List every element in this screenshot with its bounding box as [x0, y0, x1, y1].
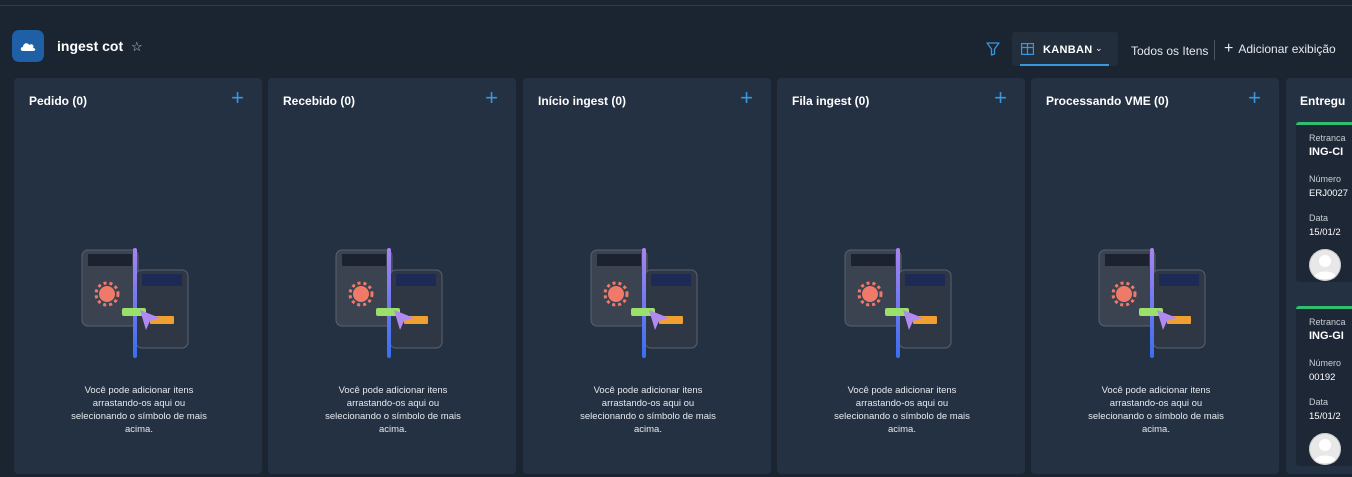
kanban-column: Fila ingest (0) + Você pode adicionar it…: [777, 78, 1025, 474]
card-field-label: Número: [1309, 358, 1342, 368]
kanban-column: Início ingest (0) + Você pode adicionar …: [523, 78, 771, 474]
active-view-underline: [1020, 64, 1109, 66]
card-title: ING-GI: [1309, 330, 1344, 342]
board-view-icon: [1021, 43, 1034, 55]
empty-column-illustration: [81, 248, 189, 358]
empty-column-illustration: [590, 248, 698, 358]
kanban-column: Pedido (0) + Você pode adicionar itens a…: [14, 78, 262, 474]
add-view-button[interactable]: + Adicionar exibição: [1224, 40, 1336, 57]
add-item-plus-icon[interactable]: +: [231, 87, 244, 109]
column-title: Início ingest (0): [538, 94, 627, 108]
header-divider: [1214, 40, 1215, 60]
kanban-column: Recebido (0) + Você pode adicionar itens…: [268, 78, 516, 474]
empty-column-message: Você pode adicionar itens arrastando-os …: [834, 385, 970, 435]
list-header: ingest cot ☆ KANBAN ⌄ Todos os Itens + A…: [0, 24, 1352, 70]
view-switcher-button[interactable]: KANBAN ⌄: [1012, 32, 1118, 66]
cloud-icon: [20, 43, 36, 51]
person-icon: [1309, 433, 1341, 465]
person-icon: [1309, 249, 1341, 281]
empty-column-message: Você pode adicionar itens arrastando-os …: [71, 385, 207, 435]
filter-icon[interactable]: [985, 41, 1001, 57]
plus-icon: +: [1224, 40, 1234, 57]
add-item-plus-icon[interactable]: +: [994, 87, 1007, 109]
card-field-value: 00192: [1309, 372, 1336, 383]
card-field-label: Retranca: [1309, 317, 1346, 327]
kanban-card[interactable]: Retranca ING-CI Número ERJ0027 Data 15/0…: [1296, 122, 1352, 282]
card-field-label: Data: [1309, 397, 1329, 407]
avatar: [1309, 433, 1341, 465]
kanban-card[interactable]: Retranca ING-GI Número 00192 Data 15/01/…: [1296, 306, 1352, 466]
empty-column-message: Você pode adicionar itens arrastando-os …: [325, 385, 461, 435]
all-items-view-link[interactable]: Todos os Itens: [1131, 44, 1208, 58]
list-icon: [12, 30, 44, 62]
add-item-plus-icon[interactable]: +: [740, 87, 753, 109]
card-title: ING-CI: [1309, 146, 1344, 158]
add-item-plus-icon[interactable]: +: [485, 87, 498, 109]
card-field-value: 15/01/2: [1309, 411, 1341, 422]
empty-column-illustration: [335, 248, 443, 358]
card-field-value: 15/01/2: [1309, 227, 1341, 238]
view-switcher-label: KANBAN: [1043, 44, 1093, 56]
card-field-label: Data: [1309, 213, 1329, 223]
column-title: Pedido (0): [29, 94, 88, 108]
column-title: Entregu: [1300, 94, 1346, 108]
avatar: [1309, 249, 1341, 281]
card-field-value: ERJ0027: [1309, 188, 1349, 199]
empty-column-illustration: [844, 248, 952, 358]
kanban-column-partial: Entregu Retranca ING-CI Número ERJ0027 D…: [1286, 78, 1352, 474]
list-title: ingest cot: [57, 38, 124, 54]
empty-column-message: Você pode adicionar itens arrastando-os …: [580, 385, 716, 435]
empty-column-message: Você pode adicionar itens arrastando-os …: [1088, 385, 1224, 435]
add-view-label: Adicionar exibição: [1238, 42, 1336, 56]
kanban-column: Processando VME (0) + Você pode adiciona…: [1031, 78, 1279, 474]
empty-column-illustration: [1098, 248, 1206, 358]
add-item-plus-icon[interactable]: +: [1248, 87, 1261, 109]
column-title: Processando VME (0): [1046, 94, 1169, 108]
card-field-label: Número: [1309, 174, 1342, 184]
favorite-star-icon[interactable]: ☆: [131, 39, 143, 55]
card-field-label: Retranca: [1309, 133, 1346, 143]
column-title: Recebido (0): [283, 94, 356, 108]
top-border: [0, 0, 1352, 6]
chevron-down-icon: ⌄: [1095, 43, 1103, 53]
kanban-board: Pedido (0) + Você pode adicionar itens a…: [0, 72, 1352, 477]
column-title: Fila ingest (0): [792, 94, 870, 108]
